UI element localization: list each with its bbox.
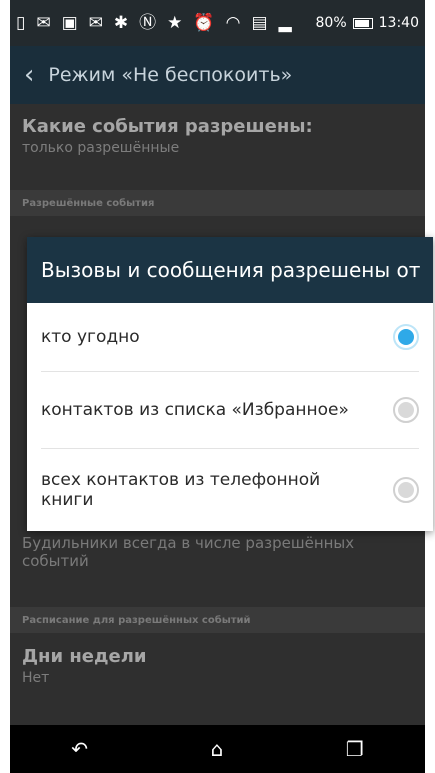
page-title: Режим «Не беспокоить»: [48, 64, 293, 86]
battery-icon: [352, 17, 373, 29]
recent-apps-icon[interactable]: ❐: [346, 737, 364, 761]
battery-percent: 80%: [315, 15, 347, 31]
mail-icon: ✉: [36, 12, 51, 33]
alarms-text: Будильники всегда в числе разрешённых со…: [22, 534, 355, 570]
allow-calls-dialog: Вызовы и сообщения разрешены от кто угод…: [27, 237, 433, 531]
alarms-setting: Будильники всегда в числе разрешённых со…: [10, 534, 425, 570]
app-bar: ‹ Режим «Не беспокоить»: [10, 46, 425, 104]
mail-icon: ✉: [88, 12, 103, 33]
section-header-allowed-events: Разрешённые события: [10, 190, 425, 216]
setting-summary: только разрешённые: [22, 140, 180, 156]
days-of-week-setting[interactable]: Дни недели Нет: [10, 646, 425, 686]
alarm-icon: ⏰: [193, 12, 215, 33]
home-icon[interactable]: ⌂: [211, 737, 224, 761]
status-bar: ▯ ✉ ▣ ✉ ✱ Ⓝ ★ ⏰ ◠ ▤ ▂ 80% 13:40: [10, 0, 425, 46]
option-phonebook[interactable]: всех контактов из телефонной книги: [27, 448, 433, 531]
nav-bar: ↶ ⌂ ❐: [10, 725, 425, 773]
star-icon: ★: [167, 12, 183, 33]
setting-title: Какие события разрешены:: [22, 116, 313, 137]
setting-summary: Нет: [22, 670, 50, 686]
gallery-icon: ▣: [61, 12, 78, 33]
radio-button[interactable]: [393, 476, 419, 503]
signal-icon: ▂: [278, 12, 292, 33]
dialog-title: Вызовы и сообщения разрешены от: [27, 237, 433, 303]
wifi-icon: ◠: [225, 12, 241, 33]
radio-button[interactable]: [393, 396, 419, 423]
radio-button-selected[interactable]: [393, 324, 419, 350]
status-time: 13:40: [378, 15, 419, 31]
back-arrow-icon[interactable]: ‹: [24, 62, 34, 88]
option-anyone[interactable]: кто угодно: [27, 303, 433, 371]
section-header-schedule: Расписание для разрешённых событий: [10, 607, 425, 633]
option-label: кто угодно: [41, 327, 140, 347]
option-label: контактов из списка «Избранное»: [41, 399, 349, 420]
calendar-icon: ▤: [251, 12, 268, 33]
sim-icon: ▯: [16, 12, 26, 33]
option-label: всех контактов из телефонной книги: [41, 469, 321, 510]
nfc-icon: Ⓝ: [139, 12, 157, 33]
allowed-events-setting[interactable]: Какие события разрешены: только разрешён…: [10, 104, 425, 156]
option-favorites[interactable]: контактов из списка «Избранное»: [27, 371, 433, 448]
setting-title: Дни недели: [22, 646, 147, 667]
bluetooth-icon: ✱: [113, 12, 129, 33]
back-icon[interactable]: ↶: [71, 737, 88, 761]
